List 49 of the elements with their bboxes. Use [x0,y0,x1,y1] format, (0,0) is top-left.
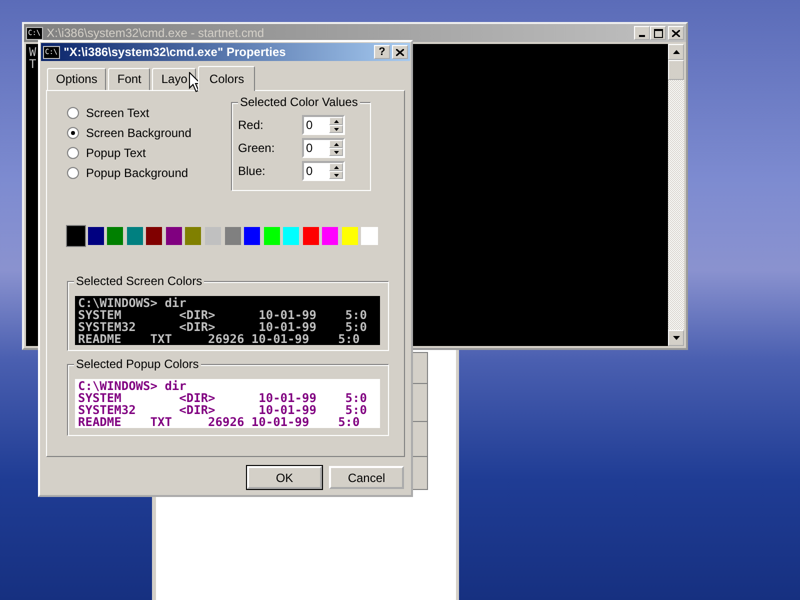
close-icon [672,30,680,36]
radio-option[interactable]: Screen Background [67,126,231,139]
group-label: Selected Color Values [238,95,360,109]
ok-button[interactable]: OK [247,466,322,489]
console-line: W [29,46,36,58]
preview-line: SYSTEM <DIR> 10-01-99 5:0 [78,392,368,404]
close-button[interactable] [668,26,684,40]
close-icon [396,48,404,56]
field-label: Blue: [238,164,266,178]
preview-line: SYSTEM <DIR> 10-01-99 5:0 [78,309,368,321]
group-label: Selected Popup Colors [74,357,201,371]
radio-option[interactable]: Popup Background [67,166,231,179]
field-label: Green: [238,141,275,155]
tab[interactable]: Colors [198,66,256,91]
preview-line: README TXT 26926 10-01-99 5:0 [78,333,361,345]
preview-line: README TXT 26926 10-01-99 5:0 [78,416,361,428]
up-arrow-icon [672,50,680,54]
maximize-icon [654,28,662,38]
number-spinner[interactable]: 0 [302,138,345,158]
minimize-button[interactable] [634,26,650,40]
console-line: T [29,58,36,70]
scroll-thumb[interactable] [668,60,684,80]
scrollbar[interactable] [668,44,684,346]
preview-line: SYSTEM32 <DIR> 10-01-99 5:0 [78,321,368,333]
color-swatch[interactable] [67,226,86,246]
group-label: Selected Screen Colors [74,274,204,288]
radio-option[interactable]: Popup Text [67,146,231,159]
cancel-button[interactable]: Cancel [329,466,404,489]
tab[interactable]: Font [108,68,150,90]
preview-line: SYSTEM32 <DIR> 10-01-99 5:0 [78,404,368,416]
preview-line: C:\WINDOWS> dir [78,297,188,309]
window-title: X:\i386\system32\cmd.exe - startnet.cmd [46,26,264,40]
down-arrow-icon [334,174,338,176]
field-label: Red: [238,118,264,132]
number-spinner[interactable]: 0 [302,115,345,135]
down-arrow-icon [334,150,338,154]
up-arrow-icon [334,142,338,146]
down-arrow-icon [672,336,680,340]
down-arrow-icon [334,128,338,130]
help-button[interactable]: ? [374,45,390,59]
number-spinner[interactable]: 0 [302,161,345,181]
tab[interactable]: Options [47,68,106,90]
preview-line: C:\WINDOWS> dir [78,380,188,392]
window-title: "X:\i386\system32\cmd.exe" Properties [64,45,286,59]
close-button[interactable] [392,45,408,59]
radio-option[interactable]: Screen Text [67,106,231,119]
up-arrow-icon [334,166,338,168]
maximize-button[interactable] [650,26,666,40]
up-arrow-icon [334,120,338,122]
